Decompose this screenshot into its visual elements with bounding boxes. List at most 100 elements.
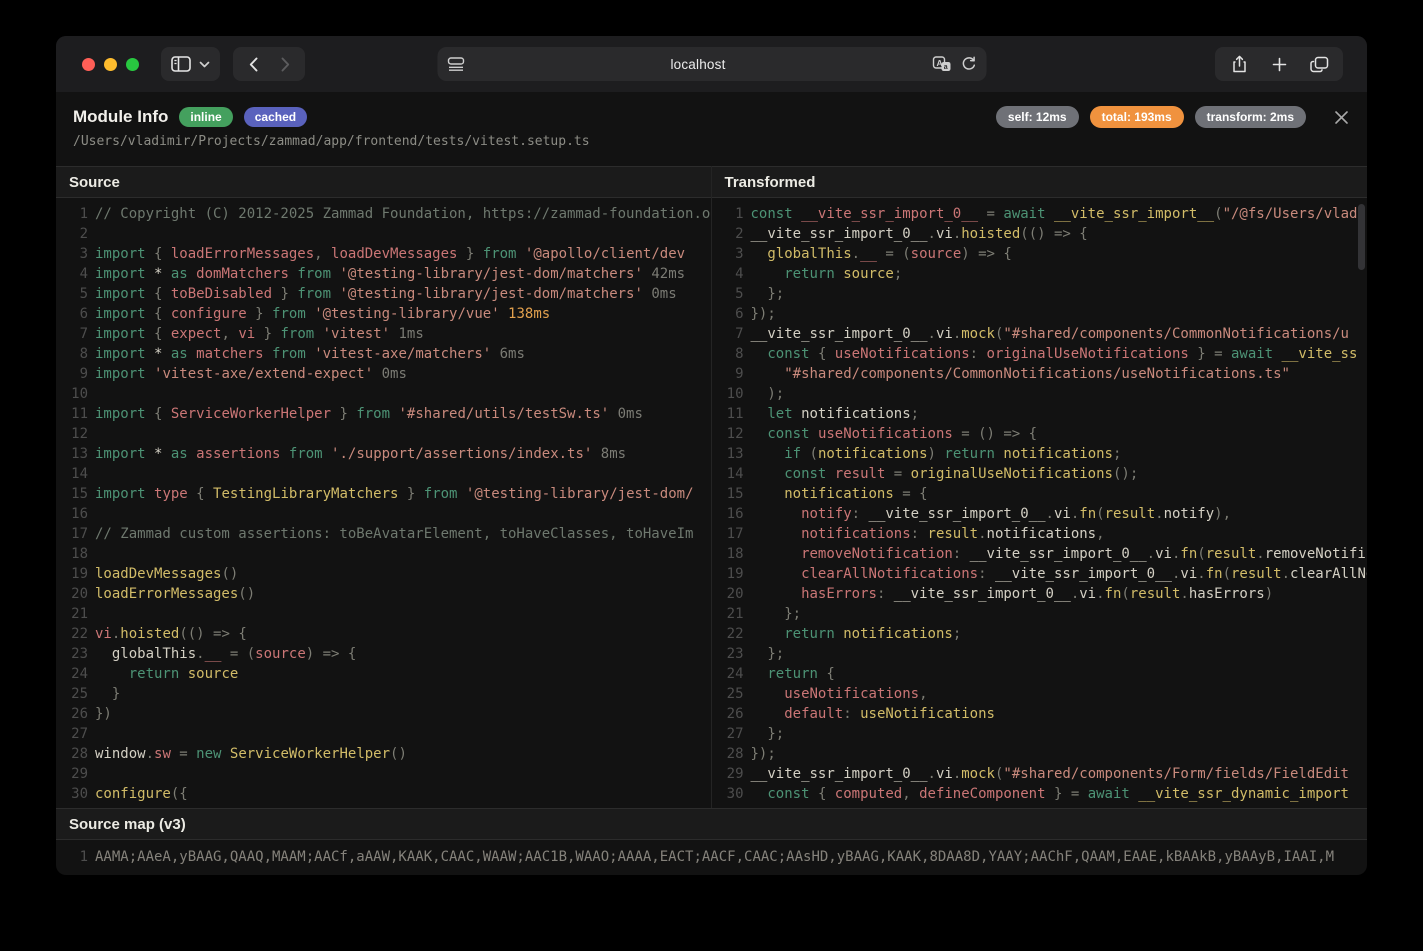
code-line: 10 — [56, 384, 711, 404]
sidebar-toggle-button[interactable] — [161, 47, 220, 81]
line-number: 2 — [712, 224, 751, 244]
line-number: 4 — [712, 264, 751, 284]
code-line: 10 ); — [712, 384, 1368, 404]
line-number: 15 — [56, 484, 95, 504]
code-panels: Source 1// Copyright (C) 2012-2025 Zamma… — [56, 166, 1367, 808]
translate-icon[interactable]: A a — [932, 56, 951, 72]
traffic-lights — [82, 58, 139, 71]
code-line: 1AAMA;AAeA,yBAAG,QAAQ,MAAM;AACf,aAAW,KAA… — [56, 847, 1367, 867]
code-line: 28window.sw = new ServiceWorkerHelper() — [56, 744, 711, 764]
minimize-window-button[interactable] — [104, 58, 117, 71]
code-line: 5import { toBeDisabled } from '@testing-… — [56, 284, 711, 304]
line-number: 18 — [56, 544, 95, 564]
tab-overview-button[interactable] — [1301, 49, 1337, 79]
line-number: 1 — [56, 847, 95, 867]
browser-window: localhost A a — [56, 36, 1367, 875]
line-number: 9 — [56, 364, 95, 384]
line-number: 9 — [712, 364, 751, 384]
code-line: 30configure({ — [56, 784, 711, 804]
close-panel-button[interactable] — [1331, 107, 1351, 127]
code-line: 20 hasErrors: __vite_ssr_import_0__.vi.f… — [712, 584, 1368, 604]
close-window-button[interactable] — [82, 58, 95, 71]
code-line: 1// Copyright (C) 2012-2025 Zammad Found… — [56, 204, 711, 224]
code-line: 25 } — [56, 684, 711, 704]
line-number: 7 — [56, 324, 95, 344]
line-number: 13 — [56, 444, 95, 464]
line-number: 20 — [712, 584, 751, 604]
back-button[interactable] — [237, 49, 269, 79]
reader-view-icon[interactable] — [447, 57, 464, 71]
share-button[interactable] — [1221, 49, 1257, 79]
code-line: 15import type { TestingLibraryMatchers }… — [56, 484, 711, 504]
code-line: 5 }; — [712, 284, 1368, 304]
sidebar-icon — [171, 56, 191, 72]
line-number: 25 — [56, 684, 95, 704]
page-title: Module Info — [73, 107, 168, 127]
url-text: localhost — [464, 57, 932, 72]
line-number: 22 — [712, 624, 751, 644]
line-number: 20 — [56, 584, 95, 604]
line-number: 14 — [56, 464, 95, 484]
code-line: 21 }; — [712, 604, 1368, 624]
code-line: 19 clearAllNotifications: __vite_ssr_imp… — [712, 564, 1368, 584]
line-number: 3 — [712, 244, 751, 264]
code-line: 29 — [56, 764, 711, 784]
line-number: 1 — [56, 204, 95, 224]
line-number: 3 — [56, 244, 95, 264]
transformed-code-view[interactable]: 1const __vite_ssr_import_0__ = await __v… — [712, 198, 1368, 807]
code-line: 1const __vite_ssr_import_0__ = await __v… — [712, 204, 1368, 224]
line-number: 26 — [712, 704, 751, 724]
sourcemap-view[interactable]: 1AAMA;AAeA,yBAAG,QAAQ,MAAM;AACf,aAAW,KAA… — [56, 840, 1367, 875]
self-time-badge: self: 12ms — [996, 106, 1079, 128]
code-line: 6import { configure } from '@testing-lib… — [56, 304, 711, 324]
code-line: 23 globalThis.__ = (source) => { — [56, 644, 711, 664]
code-line: 11 let notifications; — [712, 404, 1368, 424]
line-number: 26 — [56, 704, 95, 724]
line-number: 30 — [56, 784, 95, 804]
code-line: 22vi.hoisted(() => { — [56, 624, 711, 644]
new-tab-button[interactable] — [1261, 49, 1297, 79]
code-line: 13 if (notifications) return notificatio… — [712, 444, 1368, 464]
code-line: 12 const useNotifications = () => { — [712, 424, 1368, 444]
sourcemap-title: Source map (v3) — [56, 808, 1367, 840]
code-line: 19loadDevMessages() — [56, 564, 711, 584]
code-line: 18 removeNotification: __vite_ssr_import… — [712, 544, 1368, 564]
zoom-window-button[interactable] — [126, 58, 139, 71]
line-number: 19 — [712, 564, 751, 584]
code-line: 15 notifications = { — [712, 484, 1368, 504]
line-number: 8 — [56, 344, 95, 364]
line-number: 24 — [56, 664, 95, 684]
cached-badge: cached — [244, 107, 307, 127]
line-number: 12 — [56, 424, 95, 444]
reload-icon[interactable] — [961, 56, 976, 72]
line-number: 6 — [56, 304, 95, 324]
code-line: 16 — [56, 504, 711, 524]
source-code-view[interactable]: 1// Copyright (C) 2012-2025 Zammad Found… — [56, 198, 711, 807]
code-line: 21 — [56, 604, 711, 624]
line-number: 18 — [712, 544, 751, 564]
line-number: 5 — [56, 284, 95, 304]
code-line: 3 globalThis.__ = (source) => { — [712, 244, 1368, 264]
line-number: 5 — [712, 284, 751, 304]
code-line: 30 const { computed, defineComponent } =… — [712, 784, 1368, 804]
vertical-scrollbar[interactable] — [1358, 204, 1365, 270]
line-number: 27 — [56, 724, 95, 744]
line-number: 14 — [712, 464, 751, 484]
line-number: 12 — [712, 424, 751, 444]
code-line: 27 — [56, 724, 711, 744]
total-time-badge: total: 193ms — [1090, 106, 1184, 128]
forward-button[interactable] — [269, 49, 301, 79]
code-line: 17// Zammad custom assertions: toBeAvata… — [56, 524, 711, 544]
line-number: 23 — [56, 644, 95, 664]
code-line: 7__vite_ssr_import_0__.vi.mock("#shared/… — [712, 324, 1368, 344]
toolbar-right-buttons — [1215, 47, 1343, 81]
line-number: 13 — [712, 444, 751, 464]
svg-text:a: a — [943, 64, 947, 71]
chevron-down-icon — [199, 61, 210, 68]
code-line: 9 "#shared/components/CommonNotification… — [712, 364, 1368, 384]
code-line: 24 return source — [56, 664, 711, 684]
line-number: 6 — [712, 304, 751, 324]
module-info-header: Module Info inline cached /Users/vladimi… — [56, 92, 1367, 166]
code-line: 20loadErrorMessages() — [56, 584, 711, 604]
address-bar[interactable]: localhost A a — [437, 47, 986, 81]
